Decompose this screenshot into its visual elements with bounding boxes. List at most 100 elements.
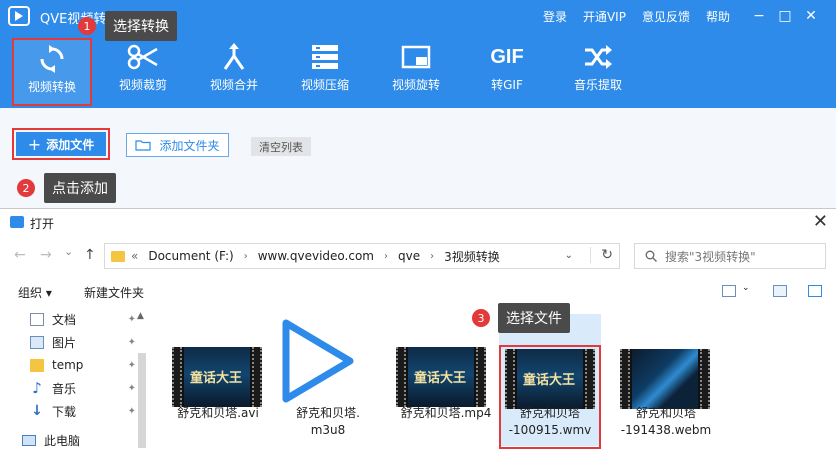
action-bar: + 添加文件 添加文件夹 清空列表 <box>0 108 836 208</box>
scrollbar-thumb[interactable] <box>138 353 146 448</box>
step-tip-2: 点击添加 <box>44 173 116 203</box>
sidebar-scrollbar[interactable]: ▲ <box>136 309 148 453</box>
dialog-app-icon <box>10 216 24 228</box>
pin-icon[interactable]: ✦ <box>128 314 136 325</box>
tool-audio-extract[interactable]: 音乐提取 <box>558 38 638 106</box>
address-segment[interactable]: qve <box>398 249 420 263</box>
search-placeholder: 搜索"3视频转换" <box>665 249 756 264</box>
selected-file-highlight <box>499 345 601 449</box>
sidebar-item-temp[interactable]: temp ✦ <box>30 355 136 375</box>
add-folder-button[interactable]: 添加文件夹 <box>126 133 229 157</box>
vip-link[interactable]: 开通VIP <box>583 8 626 25</box>
navigation-row: ← → ⌄ ↑ « Document (F:) › www.qvevideo.c… <box>0 241 836 271</box>
computer-icon <box>22 434 36 446</box>
feedback-link[interactable]: 意见反馈 <box>642 8 690 25</box>
dialog-title-bar: 打开 ✕ <box>0 209 836 237</box>
scroll-up-icon[interactable]: ▲ <box>137 311 144 321</box>
maximize-button[interactable]: □ <box>772 8 798 24</box>
chevron-right-icon[interactable]: › <box>384 251 388 262</box>
preview-pane-icon[interactable] <box>773 285 787 297</box>
new-folder-button[interactable]: 新建文件夹 <box>84 284 144 301</box>
clear-list-button[interactable]: 清空列表 <box>251 137 311 156</box>
pin-icon[interactable]: ✦ <box>128 360 136 371</box>
dialog-title: 打开 <box>30 217 55 231</box>
view-options-icon[interactable] <box>722 285 736 297</box>
organize-menu[interactable]: 组织 ▾ <box>18 284 52 301</box>
step-badge-2: 2 <box>17 179 35 197</box>
tool-video-compress[interactable]: 视频压缩 <box>285 38 365 106</box>
sidebar-item-label: 下载 <box>52 404 77 419</box>
music-icon: ♪ <box>32 378 42 397</box>
play-icon <box>282 319 354 403</box>
add-folder-label: 添加文件夹 <box>159 138 220 153</box>
gif-icon: GIF <box>490 45 524 68</box>
sidebar-item-downloads[interactable]: ↓ 下载 ✦ <box>30 401 136 421</box>
video-thumbnail <box>620 349 710 409</box>
picture-icon <box>30 335 44 349</box>
help-link[interactable]: 帮助 <box>706 8 730 25</box>
address-overflow[interactable]: « <box>131 249 138 263</box>
address-segment[interactable]: www.qvevideo.com <box>258 249 374 263</box>
video-thumbnail: 童话大王 <box>396 347 486 407</box>
chevron-right-icon[interactable]: › <box>430 251 434 262</box>
login-link[interactable]: 登录 <box>543 8 567 25</box>
tool-video-rotate[interactable]: 视频旋转 <box>376 38 456 106</box>
help-icon[interactable] <box>808 285 822 297</box>
folder-icon <box>111 250 125 262</box>
download-icon: ↓ <box>31 402 43 419</box>
sidebar-item-documents[interactable]: 文档 ✦ <box>30 309 136 329</box>
folder-icon <box>135 140 152 151</box>
refresh-button[interactable]: ↻ <box>590 247 613 263</box>
document-icon <box>30 312 44 326</box>
video-thumbnail: 童话大王 <box>172 347 262 407</box>
sidebar-item-label: 图片 <box>52 335 77 350</box>
tool-to-gif[interactable]: GIF 转GIF <box>467 38 547 106</box>
plus-icon: + <box>27 134 42 154</box>
window-controls: − □ ✕ <box>746 8 824 24</box>
file-name: 舒克和贝塔.mp4 <box>400 406 492 420</box>
address-bar[interactable]: « Document (F:) › www.qvevideo.com › qve… <box>104 243 620 269</box>
tool-label: 视频旋转 <box>391 78 440 92</box>
minimize-button[interactable]: − <box>746 8 772 24</box>
sidebar-item-this-pc[interactable]: 此电脑 <box>22 430 128 450</box>
tool-label: 视频压缩 <box>300 78 349 92</box>
open-file-dialog: 打开 ✕ ← → ⌄ ↑ « Document (F:) › www.qvevi… <box>0 208 836 453</box>
tool-video-convert[interactable]: 视频转换 <box>12 38 92 106</box>
step-badge-1: 1 <box>78 17 96 35</box>
address-segment[interactable]: Document (F:) <box>148 249 233 263</box>
chevron-right-icon[interactable]: › <box>244 251 248 262</box>
recent-locations-icon[interactable]: ⌄ <box>64 245 73 258</box>
search-box[interactable]: 搜索"3视频转换" <box>634 243 826 269</box>
step-badge-3: 3 <box>472 309 490 327</box>
tool-video-crop[interactable]: 视频裁剪 <box>103 38 183 106</box>
file-name: 舒克和贝塔 -191438.webm <box>620 406 712 437</box>
pin-icon[interactable]: ✦ <box>128 383 136 394</box>
close-button[interactable]: ✕ <box>798 8 824 24</box>
navigation-pane: 文档 ✦ 图片 ✦ temp ✦ ♪ 音乐 ✦ ↓ 下载 ✦ 此电脑 ▲ <box>0 309 150 453</box>
add-file-label: 添加文件 <box>46 137 95 152</box>
folder-icon <box>30 358 44 372</box>
scissors-icon <box>103 38 183 76</box>
add-file-button[interactable]: + 添加文件 <box>16 132 106 156</box>
sidebar-item-label: 文档 <box>52 312 77 327</box>
compress-icon <box>285 38 365 76</box>
app-logo-icon <box>8 6 30 26</box>
pin-icon[interactable]: ✦ <box>128 406 136 417</box>
dialog-close-button[interactable]: ✕ <box>813 211 828 232</box>
step-tip-1: 选择转换 <box>105 11 177 41</box>
address-segment[interactable]: 3视频转换 <box>444 248 500 265</box>
tool-video-merge[interactable]: 视频合并 <box>194 38 274 106</box>
top-menu: 登录 开通VIP 意见反馈 帮助 − □ ✕ <box>527 0 824 32</box>
chevron-down-icon[interactable]: ⌄ <box>742 283 750 293</box>
command-bar: 组织 ▾ 新建文件夹 ⌄ <box>0 279 836 305</box>
pin-icon[interactable]: ✦ <box>128 337 136 348</box>
sidebar-item-label: 此电脑 <box>44 433 81 448</box>
forward-arrow-icon[interactable]: → <box>40 247 52 263</box>
refresh-icon <box>14 40 90 78</box>
sidebar-item-music[interactable]: ♪ 音乐 ✦ <box>30 378 136 398</box>
chevron-down-icon[interactable]: ⌄ <box>565 250 573 261</box>
up-arrow-icon[interactable]: ↑ <box>84 247 96 263</box>
sidebar-item-pictures[interactable]: 图片 ✦ <box>30 332 136 352</box>
back-arrow-icon[interactable]: ← <box>14 247 26 263</box>
shuffle-icon <box>558 38 638 76</box>
